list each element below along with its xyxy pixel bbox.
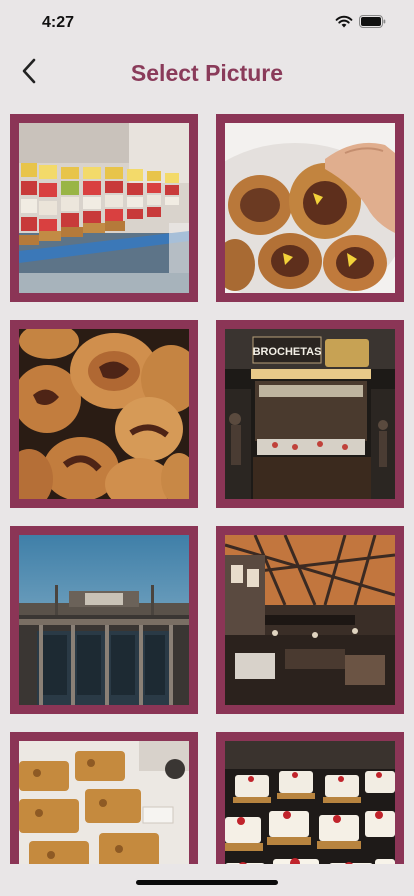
home-indicator[interactable] xyxy=(136,880,278,885)
photo-pastries-hand xyxy=(225,123,395,293)
photo-grid: BROCHETAS xyxy=(10,114,404,864)
status-time: 4:27 xyxy=(42,14,75,31)
page-title: Select Picture xyxy=(130,60,284,86)
wifi-icon xyxy=(335,15,353,33)
photo-brochetas-stall: BROCHETAS xyxy=(225,329,395,499)
photo-skewers xyxy=(19,123,189,293)
status-bar: 4:27 xyxy=(0,0,414,46)
photo-cheese-tarts xyxy=(225,741,395,864)
photo-tile-market-facade[interactable] xyxy=(10,526,198,714)
stall-sign-text: BROCHETAS xyxy=(253,346,322,358)
photo-market-interior xyxy=(225,535,395,705)
photo-tile-brochetas-stall[interactable]: BROCHETAS xyxy=(216,320,404,508)
navigation-bar: Select Picture xyxy=(0,46,414,102)
photo-tile-cheese-tarts[interactable] xyxy=(216,732,404,864)
status-icons xyxy=(335,15,386,33)
photo-pastries-closeup xyxy=(19,329,189,499)
photo-tile-market-interior[interactable] xyxy=(216,526,404,714)
photo-nut-bars xyxy=(19,741,189,864)
photo-tile-nut-bars[interactable] xyxy=(10,732,198,864)
battery-icon xyxy=(359,15,386,33)
photo-tile-skewers[interactable] xyxy=(10,114,198,302)
photo-tile-pastries-closeup[interactable] xyxy=(10,320,198,508)
photo-tile-pastries-hand[interactable] xyxy=(216,114,404,302)
photo-market-facade xyxy=(19,535,189,705)
